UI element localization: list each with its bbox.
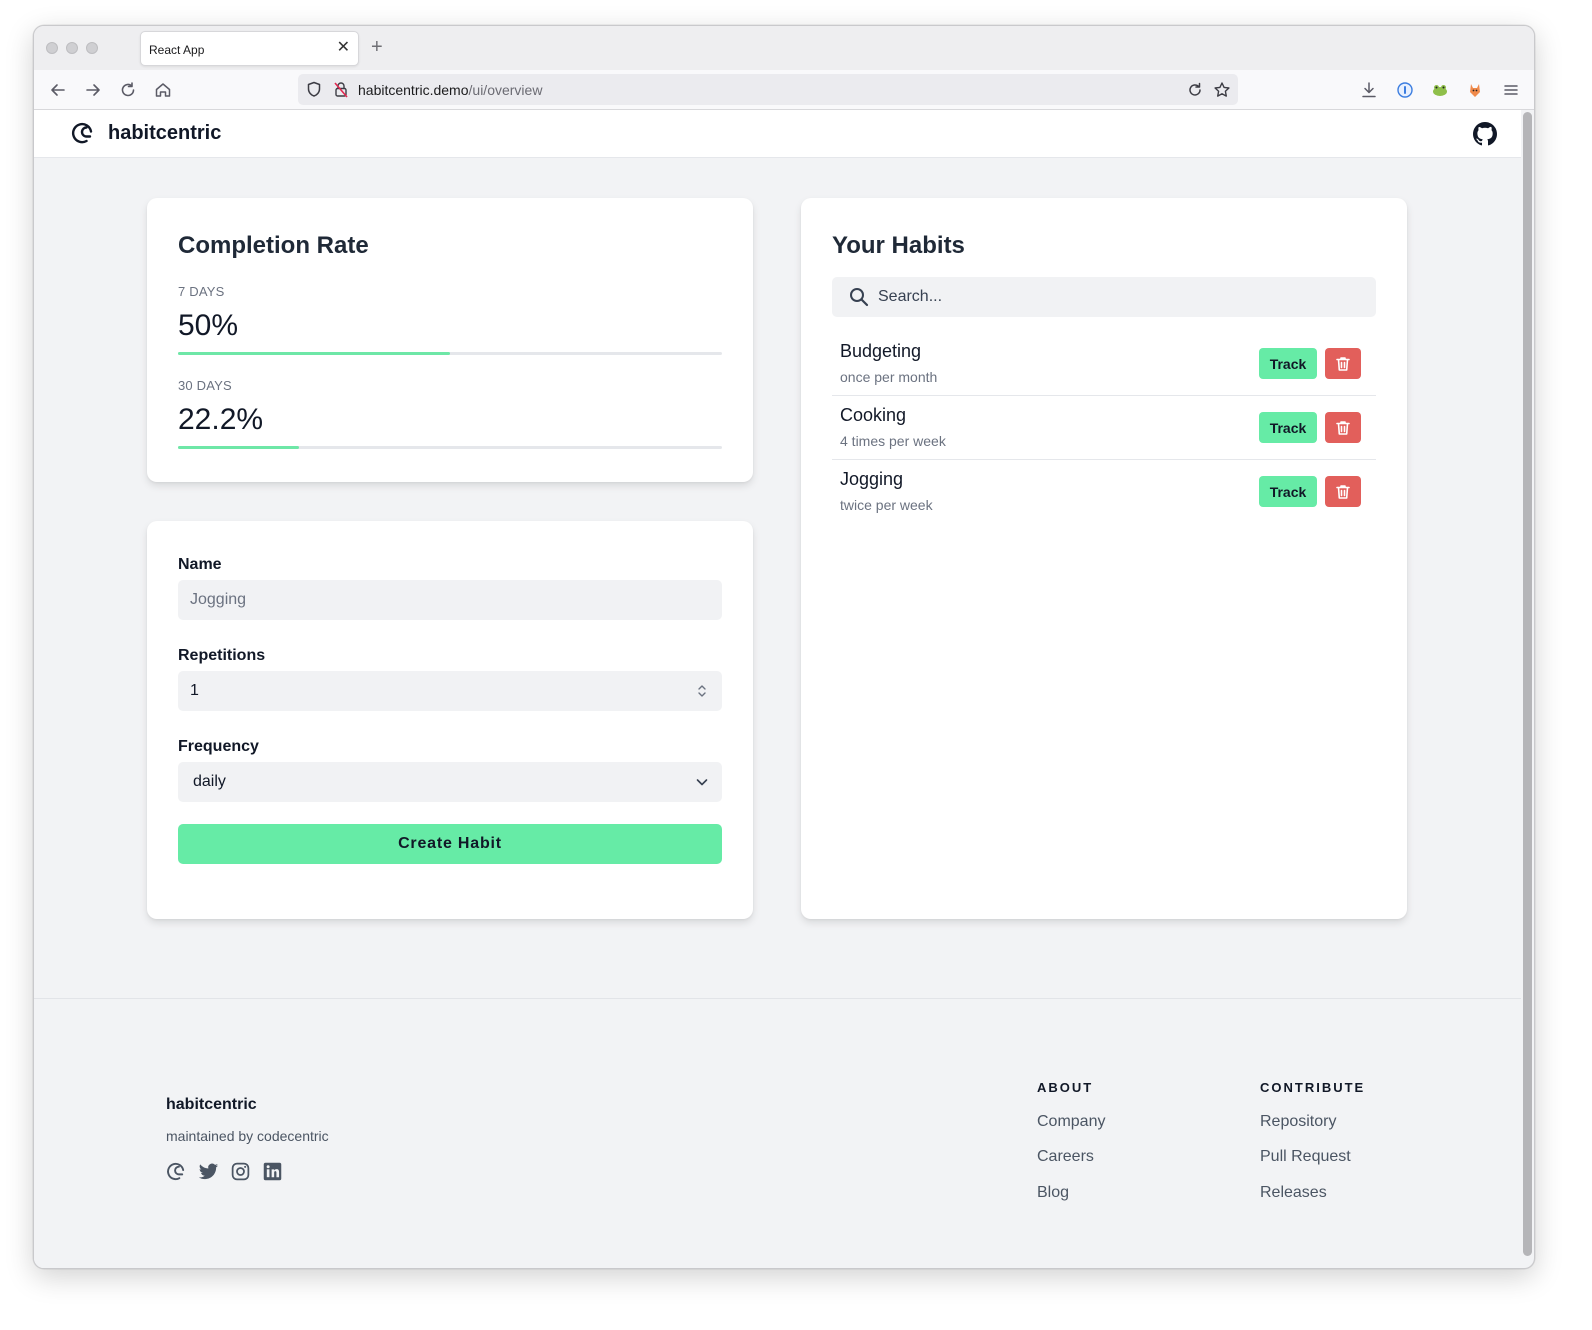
repetitions-input[interactable]: 1 — [178, 671, 722, 711]
twitter-icon[interactable] — [198, 1161, 219, 1182]
habit-frequency: twice per week — [840, 497, 933, 513]
habit-frequency: once per month — [840, 369, 938, 385]
habitcentric-logo-icon[interactable] — [166, 1161, 187, 1182]
habit-row: Cooking 4 times per week Track — [832, 396, 1376, 460]
page-scrollbar[interactable] — [1523, 112, 1532, 1256]
progress-7-days-fill — [178, 352, 450, 355]
completion-rate-card: Completion Rate 7 DAYS 50% 30 DAYS 22.2% — [147, 198, 753, 482]
delete-button[interactable] — [1325, 476, 1361, 507]
insecure-lock-icon[interactable] — [333, 81, 349, 98]
browser-toolbar: habitcentric.demo/ui/overview — [34, 70, 1534, 110]
your-habits-card: Your Habits Budgeting once per month Tra… — [801, 198, 1407, 919]
linkedin-icon[interactable] — [262, 1161, 283, 1182]
forward-icon[interactable] — [82, 79, 104, 101]
frequency-label: Frequency — [178, 738, 259, 755]
footer-about-heading: ABOUT — [1037, 1080, 1094, 1095]
downloads-icon[interactable] — [1358, 79, 1380, 101]
address-bar[interactable]: habitcentric.demo/ui/overview — [298, 74, 1238, 105]
bookmark-star-icon[interactable] — [1213, 81, 1231, 99]
footer-subtitle: maintained by codecentric — [166, 1128, 329, 1144]
habit-row: Jogging twice per week Track — [832, 460, 1376, 524]
progress-7-days — [178, 352, 722, 355]
habit-row: Budgeting once per month Track — [832, 332, 1376, 396]
footer-link-pull-request[interactable]: Pull Request — [1260, 1148, 1351, 1166]
search-input[interactable] — [878, 277, 1358, 317]
delete-button[interactable] — [1325, 348, 1361, 379]
repetitions-label: Repetitions — [178, 647, 266, 664]
url-path: /ui/overview — [468, 82, 543, 98]
shield-icon[interactable] — [306, 81, 322, 98]
fox-extension-icon[interactable] — [1464, 79, 1486, 101]
footer-contribute-heading: CONTRIBUTE — [1260, 1080, 1366, 1095]
trash-icon — [1336, 357, 1350, 371]
instagram-icon[interactable] — [230, 1161, 251, 1182]
brand[interactable]: habitcentric — [70, 121, 221, 145]
stepper-arrows-icon[interactable] — [696, 682, 708, 700]
page-viewport: habitcentric Completion Rate 7 DAYS 50% … — [34, 110, 1521, 1268]
browser-window: React App ✕ + habitcentric.demo/ui/overv… — [33, 25, 1535, 1269]
create-habit-card: Name Repetitions 1 Frequency daily Creat… — [147, 521, 753, 919]
footer-link-releases[interactable]: Releases — [1260, 1184, 1327, 1202]
repetitions-value: 1 — [190, 682, 199, 699]
habit-name: Jogging — [840, 469, 904, 489]
browser-tab[interactable]: React App ✕ — [140, 31, 359, 66]
create-habit-button[interactable]: Create Habit — [178, 824, 722, 864]
brand-name: habitcentric — [108, 121, 222, 144]
habit-name: Cooking — [840, 405, 907, 425]
tab-strip: React App ✕ + — [34, 26, 1534, 70]
tab-title: React App — [149, 43, 205, 57]
back-icon[interactable] — [47, 79, 69, 101]
progress-30-days — [178, 446, 722, 449]
page-footer: habitcentric maintained by codecentric A… — [34, 998, 1521, 1268]
footer-link-company[interactable]: Company — [1037, 1113, 1105, 1131]
track-button[interactable]: Track — [1259, 476, 1317, 507]
progress-30-days-fill — [178, 446, 299, 449]
frequency-select[interactable]: daily — [178, 762, 722, 802]
frequency-value: daily — [193, 773, 226, 790]
footer-link-repository[interactable]: Repository — [1260, 1113, 1336, 1131]
github-icon[interactable] — [1473, 122, 1497, 146]
track-button[interactable]: Track — [1259, 412, 1317, 443]
chevron-down-icon — [696, 779, 708, 786]
page-reload-icon[interactable] — [1186, 81, 1204, 99]
reload-icon[interactable] — [117, 79, 139, 101]
new-tab-button[interactable]: + — [371, 36, 383, 58]
menu-icon[interactable] — [1500, 79, 1522, 101]
trash-icon — [1336, 485, 1350, 499]
habit-frequency: 4 times per week — [840, 433, 946, 449]
completion-rate-title: Completion Rate — [178, 232, 369, 259]
habit-search[interactable] — [832, 277, 1376, 317]
name-input[interactable] — [178, 580, 722, 620]
url-domain: habitcentric.demo — [358, 82, 469, 98]
url-text: habitcentric.demo/ui/overview — [358, 82, 542, 98]
tab-close-icon[interactable]: ✕ — [337, 39, 350, 57]
search-icon — [850, 288, 869, 307]
home-icon[interactable] — [152, 79, 174, 101]
stat-30-days-value: 22.2% — [178, 403, 264, 436]
habitcentric-logo-icon — [71, 122, 93, 144]
your-habits-title: Your Habits — [832, 232, 965, 259]
stat-7-days-label: 7 DAYS — [178, 284, 225, 299]
window-close-control[interactable] — [46, 42, 58, 54]
window-zoom-control[interactable] — [86, 42, 98, 54]
footer-link-blog[interactable]: Blog — [1037, 1184, 1069, 1202]
app-header: habitcentric — [34, 110, 1521, 158]
stat-30-days-label: 30 DAYS — [178, 378, 232, 393]
footer-link-careers[interactable]: Careers — [1037, 1148, 1094, 1166]
social-links — [166, 1161, 283, 1182]
password-manager-icon[interactable] — [1394, 79, 1416, 101]
frog-extension-icon[interactable] — [1429, 79, 1451, 101]
track-button[interactable]: Track — [1259, 348, 1317, 379]
habit-name: Budgeting — [840, 341, 922, 361]
window-minimize-control[interactable] — [66, 42, 78, 54]
name-label: Name — [178, 556, 222, 573]
footer-brand: habitcentric — [166, 1096, 257, 1113]
stat-7-days-value: 50% — [178, 309, 239, 342]
trash-icon — [1336, 421, 1350, 435]
delete-button[interactable] — [1325, 412, 1361, 443]
